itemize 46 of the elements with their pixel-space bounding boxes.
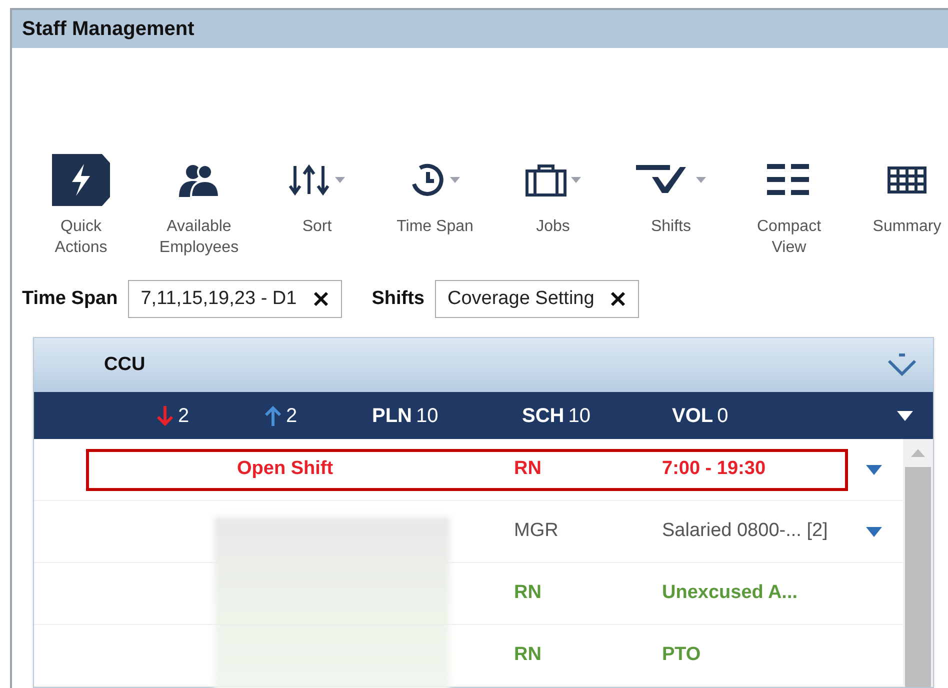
window-title: Staff Management (22, 17, 194, 42)
shift-time: Salaried 0800-... [2] (662, 519, 828, 544)
dropdown-icon[interactable] (897, 410, 913, 420)
filter-chip[interactable]: Coverage Setting (434, 280, 640, 318)
toolbar-button[interactable]: Available Employees (140, 152, 258, 258)
caret-down-icon[interactable] (866, 526, 882, 536)
collapse-chevron-icon[interactable] (887, 353, 917, 377)
clock-icon (410, 162, 446, 198)
stat-value: PLN 10 (372, 404, 440, 428)
toolbar-button[interactable]: Summary (848, 152, 948, 237)
filter-label: Time Span (22, 286, 118, 311)
job-code: RN (514, 581, 542, 606)
close-icon[interactable] (610, 291, 626, 307)
job-code: RN (514, 643, 542, 668)
shift-time: PTO (662, 643, 701, 668)
arrow-up-icon (264, 406, 282, 426)
shift-row[interactable]: MGR Salaried 0800-... [2] (34, 501, 903, 563)
scrollbar[interactable] (903, 439, 933, 687)
sort-arrows-icon (289, 164, 331, 196)
table-icon (887, 166, 927, 194)
people-icon (177, 163, 221, 197)
toolbar-button[interactable]: Compact View (730, 152, 848, 258)
stat-value: VOL 0 (672, 404, 730, 428)
filter-label: Shifts (372, 286, 424, 311)
list-icon (767, 162, 811, 198)
shift-time: Unexcused A... (662, 581, 798, 606)
stat-value: 2 (264, 400, 372, 430)
shift-time: 7:00 - 19:30 (662, 457, 766, 482)
toolbar-button[interactable]: Time Span (376, 152, 494, 237)
arrow-down-icon (156, 406, 174, 426)
unit-header[interactable]: CCU (34, 338, 933, 392)
toolbar-button[interactable]: Shifts (612, 152, 730, 237)
toolbar-button[interactable]: Sort (258, 152, 376, 237)
filter-chip[interactable]: 7,11,15,19,23 - D1 (128, 280, 342, 318)
lightning-icon (52, 154, 110, 206)
close-icon[interactable] (312, 291, 329, 307)
stat-value: SCH 10 (522, 404, 592, 428)
job-code: MGR (514, 519, 560, 544)
shift-row[interactable]: Open Shift RN 7:00 - 19:30 (34, 439, 903, 501)
stat-value: 2 (156, 400, 264, 430)
briefcase-icon (525, 163, 567, 197)
job-code: RN (514, 457, 542, 482)
toolbar-button[interactable]: Quick Actions (22, 152, 140, 258)
caret-down-icon[interactable] (866, 464, 882, 474)
employee-name: Open Shift (237, 458, 334, 480)
toolbar-button[interactable]: Jobs (494, 152, 612, 237)
